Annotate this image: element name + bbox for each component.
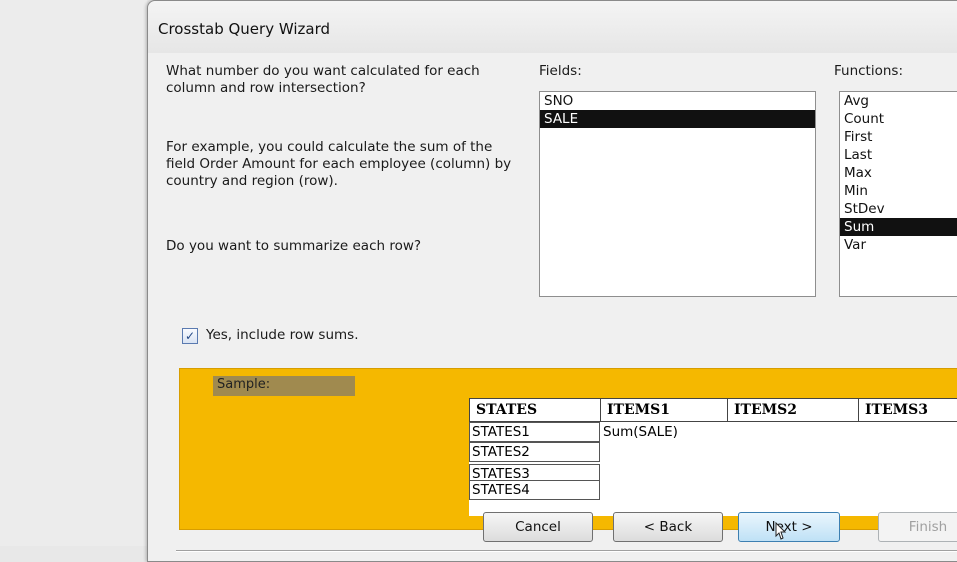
- function-item-last[interactable]: Last: [840, 146, 957, 164]
- title-bar[interactable]: Crosstab Query Wizard: [148, 1, 957, 53]
- sample-row-states1: STATES1: [469, 422, 600, 442]
- sample-col-items1: ITEMS1: [600, 398, 728, 422]
- mouse-cursor-icon: [775, 521, 787, 540]
- sample-label: Sample:: [213, 376, 355, 396]
- function-item-count[interactable]: Count: [840, 110, 957, 128]
- function-item-var[interactable]: Var: [840, 236, 957, 254]
- field-item-sale[interactable]: SALE: [540, 110, 815, 128]
- field-item-sno[interactable]: SNO: [540, 92, 815, 110]
- include-row-sums-checkbox[interactable]: ✓: [182, 328, 198, 344]
- sample-col-items2: ITEMS2: [727, 398, 859, 422]
- back-button[interactable]: < Back: [613, 512, 723, 542]
- dialog-body: What number do you want calculated for e…: [154, 53, 957, 553]
- functions-label: Functions:: [834, 63, 904, 79]
- button-divider: [176, 550, 957, 552]
- fields-listbox[interactable]: SNO SALE: [539, 91, 816, 297]
- crosstab-query-wizard-dialog: Crosstab Query Wizard What number do you…: [147, 0, 957, 562]
- summarize-question: Do you want to summarize each row?: [166, 238, 422, 254]
- sample-row-states4: STATES4: [469, 480, 600, 500]
- dialog-title: Crosstab Query Wizard: [158, 20, 330, 38]
- example-text: For example, you could calculate the sum…: [166, 139, 512, 189]
- fields-label: Fields:: [539, 63, 582, 79]
- include-row-sums-label[interactable]: Yes, include row sums.: [206, 327, 359, 344]
- function-item-min[interactable]: Min: [840, 182, 957, 200]
- function-item-max[interactable]: Max: [840, 164, 957, 182]
- functions-listbox[interactable]: Avg Count First Last Max Min StDev Sum V…: [839, 91, 957, 297]
- sample-grid: STATES ITEMS1 ITEMS2 ITEMS3 STATES1 STAT…: [469, 398, 957, 516]
- sample-panel: Sample: STATES ITEMS1 ITEMS2 ITEMS3 STAT…: [179, 368, 957, 530]
- function-item-avg[interactable]: Avg: [840, 92, 957, 110]
- sample-col-states: STATES: [469, 398, 601, 422]
- function-item-stdev[interactable]: StDev: [840, 200, 957, 218]
- background-left: [0, 0, 147, 546]
- sample-col-items3: ITEMS3: [858, 398, 957, 422]
- finish-button[interactable]: Finish: [878, 512, 957, 542]
- question-text: What number do you want calculated for e…: [166, 63, 480, 96]
- function-item-sum[interactable]: Sum: [840, 218, 957, 236]
- sample-cell-value: Sum(SALE): [603, 424, 678, 440]
- sample-row-states2: STATES2: [469, 442, 600, 462]
- function-item-first[interactable]: First: [840, 128, 957, 146]
- cancel-button[interactable]: Cancel: [483, 512, 593, 542]
